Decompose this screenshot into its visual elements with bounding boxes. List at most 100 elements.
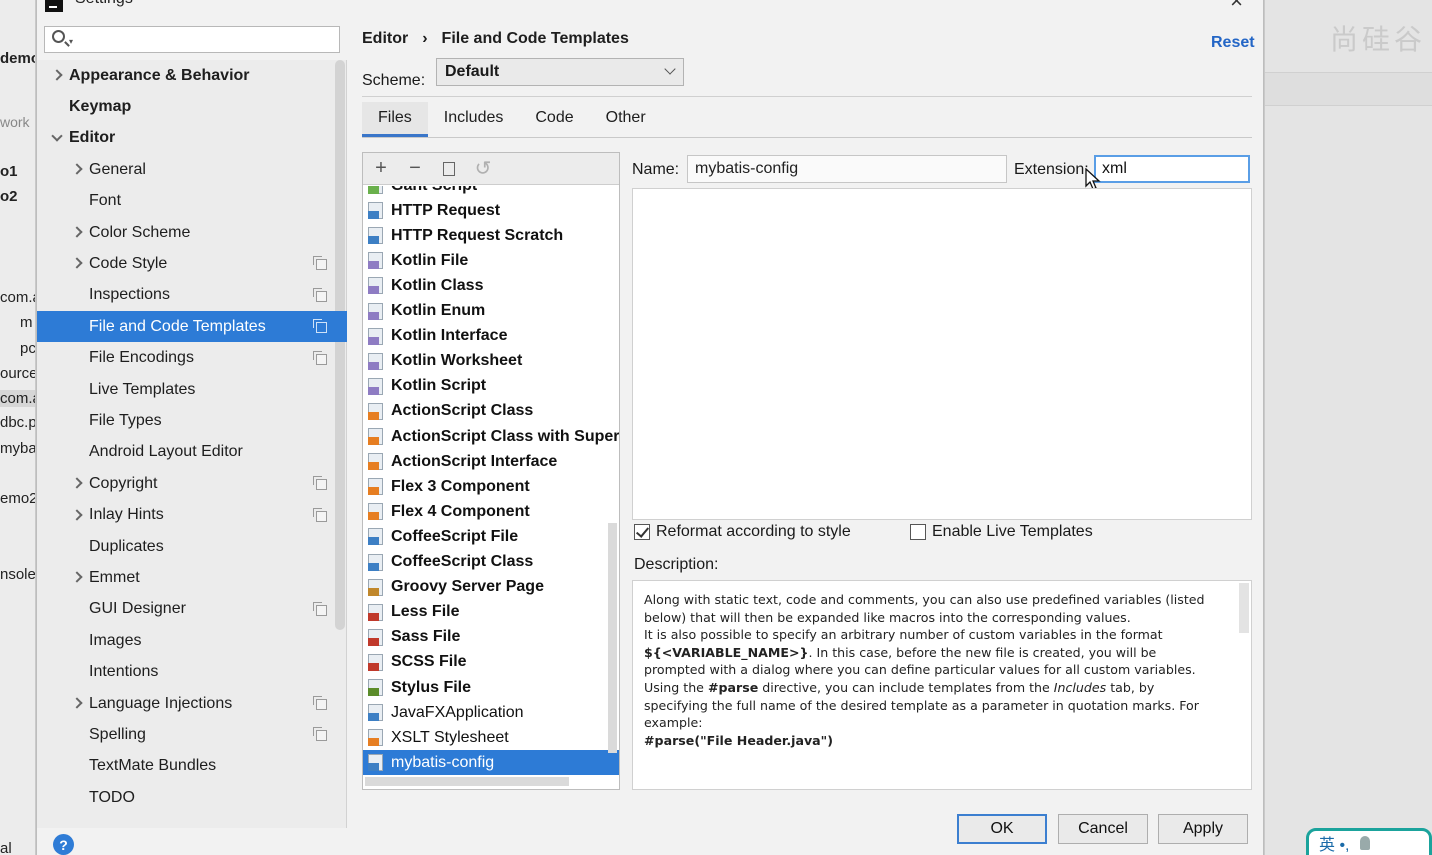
description-scrollbar[interactable] bbox=[1239, 583, 1249, 633]
tab-code[interactable]: Code bbox=[519, 102, 589, 137]
tree-item[interactable]: Color Scheme bbox=[37, 217, 347, 248]
tree-item[interactable]: Duplicates bbox=[37, 531, 347, 562]
template-item[interactable]: HTTP Request bbox=[363, 198, 619, 223]
chevron-right-icon[interactable] bbox=[71, 508, 83, 521]
tree-item[interactable]: TODO bbox=[37, 782, 347, 813]
tree-item[interactable]: Inlay Hints bbox=[37, 500, 347, 531]
template-item[interactable]: SCSS File bbox=[363, 650, 619, 675]
template-item[interactable]: Sass File bbox=[363, 625, 619, 650]
bg-text: al bbox=[0, 840, 12, 855]
apply-button[interactable]: Apply bbox=[1158, 814, 1248, 844]
tree-item-label: Intentions bbox=[89, 663, 159, 681]
extension-field[interactable] bbox=[1094, 155, 1250, 183]
tree-item[interactable]: File and Code Templates bbox=[37, 311, 347, 343]
copy-template-button[interactable] bbox=[439, 157, 459, 180]
template-item[interactable]: Kotlin Class bbox=[363, 273, 619, 298]
template-item[interactable]: JavaFXApplication bbox=[363, 700, 619, 725]
bg-text: work bbox=[0, 114, 30, 130]
tree-item[interactable]: File Encodings bbox=[37, 343, 347, 374]
template-item-label: JavaFXApplication bbox=[391, 703, 524, 721]
help-button[interactable]: ? bbox=[53, 834, 74, 855]
template-item[interactable]: CoffeeScript Class bbox=[363, 550, 619, 575]
tree-item[interactable]: File Types bbox=[37, 405, 347, 436]
template-item[interactable]: Less File bbox=[363, 600, 619, 625]
chevron-right-icon[interactable] bbox=[71, 697, 83, 709]
reformat-checkbox[interactable] bbox=[634, 524, 650, 540]
add-template-button[interactable]: + bbox=[371, 157, 391, 180]
ok-button[interactable]: OK bbox=[957, 814, 1047, 844]
template-item[interactable]: HTTP Request Scratch bbox=[363, 223, 619, 248]
tree-item[interactable]: Font bbox=[37, 186, 347, 217]
tree-item-label: Color Scheme bbox=[89, 223, 191, 241]
gant-file-icon bbox=[368, 186, 383, 194]
chevron-right-icon[interactable] bbox=[71, 163, 83, 175]
tab-files[interactable]: Files bbox=[362, 102, 428, 137]
chevron-right-icon[interactable] bbox=[71, 257, 83, 270]
cancel-button[interactable]: Cancel bbox=[1058, 814, 1148, 844]
tree-item[interactable]: Android Layout Editor bbox=[37, 437, 347, 468]
chevron-right-icon[interactable] bbox=[71, 477, 83, 489]
tab-other[interactable]: Other bbox=[590, 102, 662, 137]
template-item[interactable]: Gant Script bbox=[363, 186, 619, 198]
template-item-label: Groovy Server Page bbox=[391, 578, 544, 596]
template-item[interactable]: Flex 4 Component bbox=[363, 499, 619, 524]
tab-includes[interactable]: Includes bbox=[428, 102, 520, 137]
tree-item[interactable]: Copyright bbox=[37, 468, 347, 499]
tree-item[interactable]: Inspections bbox=[37, 280, 347, 311]
project-copy-icon bbox=[313, 476, 327, 491]
template-item[interactable]: Kotlin Interface bbox=[363, 324, 619, 349]
template-item[interactable]: XSLT Stylesheet bbox=[363, 725, 619, 750]
tree-item[interactable]: Language Injections bbox=[37, 688, 347, 719]
tree-item[interactable]: Spelling bbox=[37, 719, 347, 750]
bg-text: demo bbox=[0, 50, 35, 67]
template-item[interactable]: ActionScript Class with Supers bbox=[363, 424, 619, 449]
template-editor[interactable] bbox=[632, 188, 1252, 520]
live-templates-option[interactable]: Enable Live Templates bbox=[910, 523, 1093, 541]
less-file-icon bbox=[368, 603, 383, 621]
template-item[interactable]: CoffeeScript File bbox=[363, 524, 619, 549]
tree-item[interactable]: Editor bbox=[37, 123, 347, 154]
tree-item[interactable]: General bbox=[37, 154, 347, 185]
name-field[interactable] bbox=[687, 155, 1007, 183]
chevron-right-icon[interactable] bbox=[51, 69, 63, 81]
tree-item-label: File Types bbox=[89, 411, 162, 429]
ime-indicator: 英 •, bbox=[1306, 828, 1432, 855]
tree-item[interactable]: Live Templates bbox=[37, 374, 347, 405]
remove-template-button[interactable]: − bbox=[405, 157, 425, 180]
templates-rows: Gant Script HTTP Request HTTP Request Scra… bbox=[363, 186, 619, 789]
tree-item[interactable]: GUI Designer bbox=[37, 594, 347, 625]
template-item[interactable]: Kotlin Enum bbox=[363, 299, 619, 324]
revert-template-button[interactable]: ↺ bbox=[473, 156, 493, 181]
list-vertical-scrollbar[interactable] bbox=[608, 523, 617, 753]
tree-item[interactable]: Code Style bbox=[37, 248, 347, 279]
actionscript-file-icon bbox=[368, 428, 383, 445]
tree-item[interactable]: TextMate Bundles bbox=[37, 751, 347, 782]
reset-link[interactable]: Reset bbox=[1211, 34, 1255, 52]
template-item[interactable]: ActionScript Class bbox=[363, 399, 619, 424]
chevron-right-icon[interactable] bbox=[71, 226, 83, 238]
live-templates-checkbox[interactable] bbox=[910, 524, 926, 540]
tree-item[interactable]: Appearance & Behavior bbox=[37, 60, 347, 91]
template-item[interactable]: Flex 3 Component bbox=[363, 474, 619, 499]
project-copy-icon bbox=[313, 319, 327, 334]
scheme-select[interactable]: Default bbox=[436, 58, 684, 86]
template-item[interactable]: Kotlin Worksheet bbox=[363, 349, 619, 374]
template-item[interactable]: ActionScript Interface bbox=[363, 449, 619, 474]
tree-item[interactable]: Images bbox=[37, 625, 347, 656]
list-horizontal-scrollbar[interactable] bbox=[365, 777, 569, 786]
close-icon[interactable]: × bbox=[1230, 0, 1243, 14]
template-item[interactable]: Kotlin File bbox=[363, 248, 619, 273]
tree-item[interactable]: Intentions bbox=[37, 657, 347, 688]
template-item[interactable]: Stylus File bbox=[363, 675, 619, 700]
chevron-down-icon[interactable] bbox=[51, 130, 63, 142]
template-item[interactable]: Groovy Server Page bbox=[363, 575, 619, 600]
search-icon bbox=[52, 30, 65, 43]
tree-item[interactable]: Emmet bbox=[37, 562, 347, 593]
tree-item[interactable]: Keymap bbox=[37, 91, 347, 122]
template-item[interactable]: mybatis-config bbox=[363, 750, 619, 776]
search-input[interactable]: ▾ bbox=[44, 26, 340, 53]
reformat-option[interactable]: Reformat according to style bbox=[634, 523, 851, 541]
bg-text: com.a bbox=[0, 390, 35, 407]
template-item[interactable]: Kotlin Script bbox=[363, 374, 619, 399]
chevron-right-icon[interactable] bbox=[71, 571, 83, 584]
